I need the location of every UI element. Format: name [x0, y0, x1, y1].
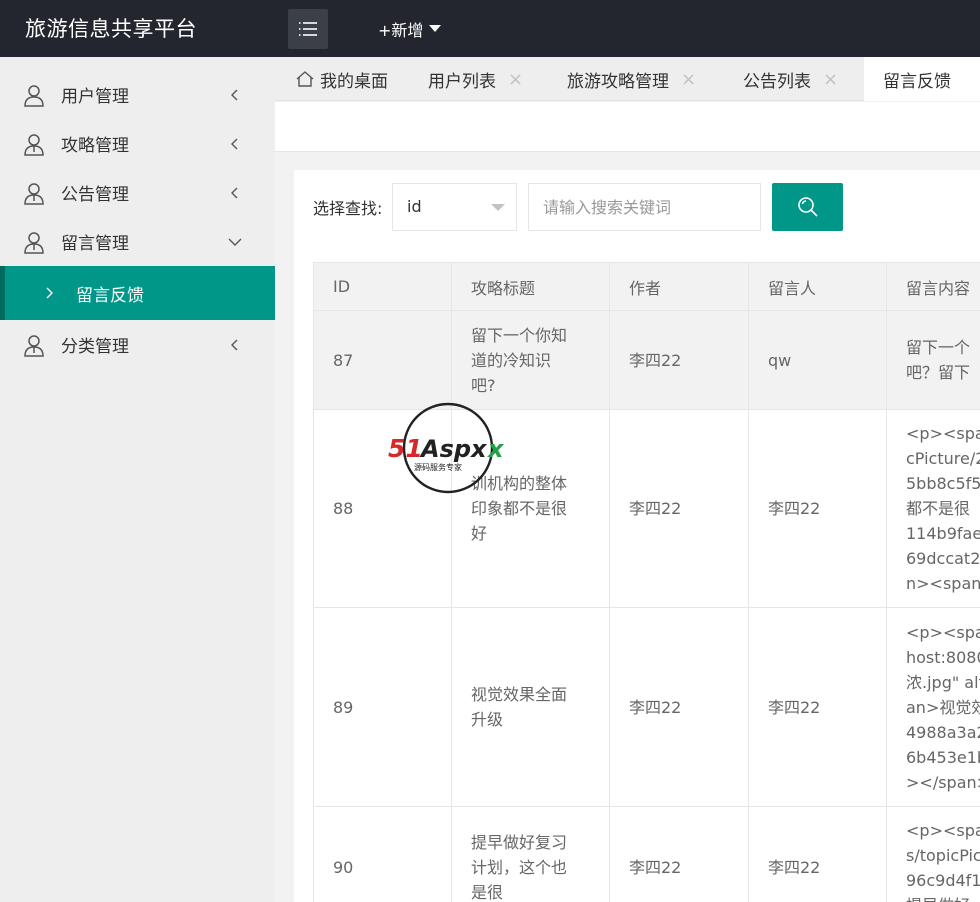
user-icon — [24, 231, 44, 254]
cell-title: 提早做好复习 计划，这个也 是很 — [451, 806, 610, 902]
search-field-value: id — [407, 197, 422, 216]
chevron-left-icon — [231, 339, 238, 350]
add-new-menu[interactable]: +新增 — [378, 17, 442, 41]
column-header-title[interactable]: 攻略标题 — [451, 262, 610, 311]
chevron-right-icon — [46, 287, 53, 299]
tab-label: 用户列表 — [428, 71, 496, 92]
tab-notice-list[interactable]: 公告列表 × — [743, 57, 838, 101]
tab-content-toolbar — [275, 102, 980, 152]
svg-text:源码服务专家: 源码服务专家 — [414, 462, 462, 472]
user-icon — [24, 133, 44, 156]
tab-label: 留言反馈 — [883, 71, 951, 92]
cell-commenter: 李四22 — [748, 409, 887, 608]
cell-id: 90 — [313, 806, 452, 902]
tab-label: 公告列表 — [743, 71, 811, 92]
sidebar-item-category-management[interactable]: 分类管理 — [0, 320, 275, 369]
close-icon[interactable]: × — [508, 69, 523, 90]
sidebar-item-message-management[interactable]: 留言管理 — [0, 217, 275, 266]
cell-title: 留下一个你知 道的冷知识 吧? — [451, 310, 610, 410]
table-row[interactable]: 89 视觉效果全面 升级 李四22 李四22 <p><span host:808… — [313, 607, 980, 807]
search-icon — [797, 197, 818, 217]
caret-down-icon — [429, 24, 442, 32]
cell-content: <p><span s/topicPic 96c9d4f1c 提早做好 — [886, 806, 980, 902]
user-icon — [24, 84, 44, 107]
cell-content: 留下一个 吧？留下 — [886, 310, 980, 410]
sidebar-subitem-message-feedback[interactable]: 留言反馈 — [0, 266, 275, 320]
sidebar-subitem-label: 留言反馈 — [76, 286, 144, 306]
sidebar-item-label: 公告管理 — [61, 185, 129, 205]
sidebar-item-label: 留言管理 — [61, 234, 129, 254]
cell-commenter: 李四22 — [748, 806, 887, 902]
search-button[interactable] — [772, 183, 843, 231]
cell-commenter: qw — [748, 310, 887, 410]
tab-message-feedback[interactable]: 留言反馈 — [864, 57, 980, 101]
tab-label: 我的桌面 — [320, 71, 388, 92]
sidebar-item-label: 分类管理 — [61, 337, 129, 357]
chevron-left-icon — [231, 138, 238, 149]
active-indicator — [0, 266, 5, 320]
search-field-select[interactable]: id — [392, 183, 517, 231]
table-header-row: ID 攻略标题 作者 留言人 留言内容 — [313, 262, 980, 311]
cell-author: 李四22 — [609, 806, 749, 902]
user-icon — [24, 182, 44, 205]
watermark-logo: 51 Aspx x 源码服务专家 — [388, 402, 505, 494]
sidebar: 用户管理 攻略管理 公告管理 留言管理 留言反馈 分类管理 — [0, 57, 275, 902]
cell-title: 视觉效果全面 升级 — [451, 607, 610, 807]
top-header: 旅游信息共享平台 +新增 — [0, 0, 980, 57]
cell-content: <p><span host:8080 浓.jpg" alt an>视觉效 498… — [886, 607, 980, 807]
column-header-id[interactable]: ID — [313, 262, 452, 311]
column-header-commenter[interactable]: 留言人 — [748, 262, 887, 311]
cell-content: <p><span cPicture/2 5bb8c5f5c 都不是很 114b9… — [886, 409, 980, 608]
svg-text:Aspx: Aspx — [419, 435, 488, 463]
cell-id: 87 — [313, 310, 452, 410]
chevron-left-icon — [231, 89, 238, 100]
sidebar-item-label: 攻略管理 — [61, 136, 129, 156]
menu-toggle-button[interactable] — [288, 9, 328, 49]
sidebar-item-label: 用户管理 — [61, 87, 129, 107]
tab-label: 旅游攻略管理 — [567, 71, 669, 92]
cell-author: 李四22 — [609, 409, 749, 608]
message-table: ID 攻略标题 作者 留言人 留言内容 87 留下一个你知 道的冷知识 吧? 李… — [313, 262, 980, 902]
cell-author: 李四22 — [609, 310, 749, 410]
search-label: 选择查找: — [313, 199, 383, 218]
add-new-label: +新增 — [378, 21, 424, 40]
caret-down-icon — [491, 204, 505, 211]
user-icon — [24, 334, 44, 357]
sidebar-item-user-management[interactable]: 用户管理 — [0, 70, 275, 119]
close-icon[interactable]: × — [681, 69, 696, 90]
svg-text:x: x — [487, 435, 505, 463]
list-icon — [299, 22, 317, 36]
tab-bar: 我的桌面 用户列表 × 旅游攻略管理 × 公告列表 × 留言反馈 — [275, 57, 980, 101]
tab-user-list[interactable]: 用户列表 × — [428, 57, 523, 101]
table-row[interactable]: 90 提早做好复习 计划，这个也 是很 李四22 李四22 <p><span s… — [313, 806, 980, 902]
sidebar-item-notice-management[interactable]: 公告管理 — [0, 168, 275, 217]
sidebar-item-guide-management[interactable]: 攻略管理 — [0, 119, 275, 168]
chevron-left-icon — [231, 187, 238, 198]
home-icon — [296, 71, 314, 87]
app-logo[interactable]: 旅游信息共享平台 — [25, 13, 197, 43]
cell-commenter: 李四22 — [748, 607, 887, 807]
cell-author: 李四22 — [609, 607, 749, 807]
tab-guide-management[interactable]: 旅游攻略管理 × — [567, 57, 696, 101]
tab-desktop[interactable]: 我的桌面 — [295, 57, 388, 101]
search-input[interactable] — [528, 183, 761, 231]
cell-id: 89 — [313, 607, 452, 807]
column-header-content[interactable]: 留言内容 — [886, 262, 980, 311]
table-row[interactable]: 87 留下一个你知 道的冷知识 吧? 李四22 qw 留下一个 吧？留下 — [313, 310, 980, 410]
chevron-down-icon — [228, 238, 242, 246]
close-icon[interactable]: × — [823, 69, 838, 90]
svg-text:51: 51 — [388, 434, 423, 463]
column-header-author[interactable]: 作者 — [609, 262, 749, 311]
